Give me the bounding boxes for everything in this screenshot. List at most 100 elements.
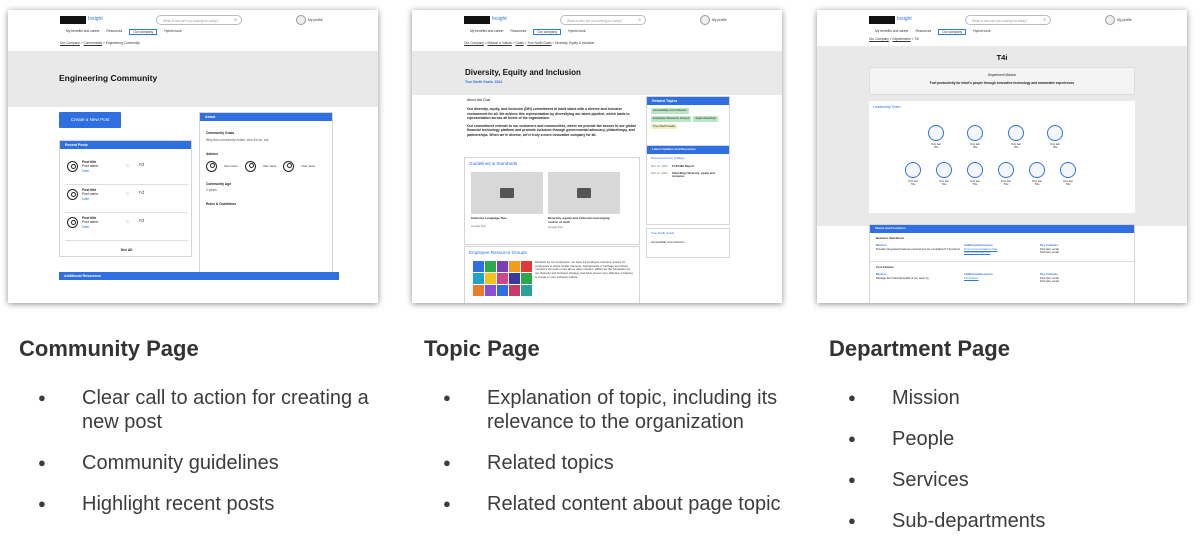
nav-our-company[interactable]: Our company (938, 29, 967, 36)
erg-logo[interactable] (509, 261, 520, 272)
doc-card[interactable]: Inclusive Language Tips Google Doc (471, 172, 543, 228)
breadcrumb-item[interactable]: Communities (83, 41, 102, 45)
erg-logo[interactable] (509, 273, 520, 284)
admin-name[interactable]: User name (263, 164, 277, 168)
topic-tag[interactable]: Apprenticeships (693, 116, 718, 122)
comment-icon[interactable]: ◌ (126, 219, 129, 225)
erg-logo[interactable] (497, 273, 508, 284)
like-icon[interactable]: 👍︎ (139, 218, 144, 224)
breadcrumb-item[interactable]: Our Company (60, 41, 80, 45)
community-page-caption-title: Community Page (19, 336, 199, 361)
create-post-button[interactable]: Create a New Post (59, 112, 121, 128)
doc-card[interactable]: Diversity, equity and inclusion messagin… (548, 172, 620, 229)
leader-avatar[interactable] (936, 162, 952, 178)
like-icon[interactable]: 👍︎ (139, 162, 144, 168)
resource-link[interactable]: Tech Knowledge Hub (964, 250, 1036, 254)
comment-icon[interactable]: ◌ (126, 191, 129, 197)
search-input[interactable]: What or who are you looking for today? ⌕ (156, 15, 242, 25)
topic-page-bullets: Explanation of topic, including its rele… (443, 386, 788, 533)
topic-tag[interactable]: Accessibility and Inclusion (651, 108, 689, 115)
erg-logo[interactable] (473, 285, 484, 296)
profile-link[interactable]: My profile (1117, 18, 1132, 22)
company-logo[interactable] (464, 16, 490, 24)
update-title[interactable]: FY23 DEI Report (672, 164, 694, 168)
leader-avatar[interactable] (1008, 125, 1024, 141)
avatar[interactable] (296, 15, 306, 25)
resource-link[interactable]: T4i Finance (964, 276, 1036, 280)
leader-avatar[interactable] (905, 162, 921, 178)
nav-resources[interactable]: Resources (511, 29, 527, 35)
topic-tag[interactable]: True North Goals (651, 123, 678, 130)
leader-avatar[interactable] (1047, 125, 1063, 141)
leader-avatar[interactable] (998, 162, 1014, 178)
see-all-link[interactable]: See All (65, 248, 188, 252)
comment-icon[interactable]: ◌ (126, 163, 129, 169)
doc-title[interactable]: Diversity, equity and inclusion messagin… (548, 216, 620, 225)
goals-value[interactable]: Accessibility and Inclusion (647, 239, 729, 247)
leader-avatar[interactable] (1060, 162, 1076, 178)
avatar[interactable] (700, 15, 710, 25)
avatar[interactable] (1105, 15, 1115, 25)
breadcrumb-item[interactable]: Goals (515, 41, 523, 45)
like-icon[interactable]: 👍︎ (139, 190, 144, 196)
nav-resources[interactable]: Resources (107, 29, 123, 35)
profile-link[interactable]: My profile (712, 18, 727, 22)
topic-tag[interactable]: Employee Resource Groups (651, 116, 692, 122)
nav-our-company[interactable]: Our company (129, 29, 158, 36)
team-name[interactable]: Core Finance (876, 265, 1128, 269)
leader-avatar[interactable] (1029, 162, 1045, 178)
guidelines-header: Guidelines & Standards (469, 161, 518, 166)
erg-logo[interactable] (473, 261, 484, 272)
list-item[interactable]: Post title Post name Date ◌ 👍︎ (65, 185, 188, 213)
erg-logo[interactable] (521, 273, 532, 284)
search-icon[interactable]: ⌕ (234, 17, 237, 23)
list-item[interactable]: Post title Post name Date ◌ 👍︎ (65, 157, 188, 185)
breadcrumb-item[interactable]: Departments (892, 37, 910, 41)
erg-logo[interactable] (485, 261, 496, 272)
admin-name[interactable]: User name (301, 164, 315, 168)
nav-our-company[interactable]: Our company (533, 29, 562, 36)
breadcrumb-item[interactable]: True North Goals (527, 41, 551, 45)
team-name[interactable]: Business Operations (876, 236, 1128, 240)
nav-hybrid-work[interactable]: Hybrid work (973, 29, 990, 35)
leader-role: Title (1013, 146, 1019, 150)
list-item[interactable]: Mar 12, 2024 Intuit Blog: Diversity, equ… (647, 169, 729, 182)
rules-label[interactable]: Rules & Guidelines (206, 202, 326, 206)
breadcrumb-item[interactable]: Our Company (464, 41, 484, 45)
nav-benefits[interactable]: My benefits and career (66, 29, 100, 35)
contact[interactable]: First last, email (1040, 279, 1084, 283)
nav-resources[interactable]: Resources (916, 29, 932, 35)
list-item[interactable]: Post title Post name Date ◌ 👍︎ (65, 213, 188, 241)
erg-logo[interactable] (485, 273, 496, 284)
erg-logo[interactable] (485, 285, 496, 296)
erg-logo[interactable] (497, 285, 508, 296)
search-input[interactable]: What or who are you looking for today? ⌕ (965, 15, 1051, 25)
erg-logo[interactable] (497, 261, 508, 272)
contact[interactable]: First last, email (1040, 250, 1084, 254)
admin-name[interactable]: User name (224, 164, 238, 168)
breadcrumb-item[interactable]: Our Company (869, 37, 889, 41)
leader-avatar[interactable] (967, 162, 983, 178)
erg-logo[interactable] (473, 273, 484, 284)
leader-avatar[interactable] (928, 125, 944, 141)
update-title[interactable]: Intuit Blog: Diversity, equity and inclu… (672, 171, 722, 179)
profile-link[interactable]: My profile (308, 18, 323, 22)
erg-logo[interactable] (521, 261, 532, 272)
leader-avatar[interactable] (967, 125, 983, 141)
company-logo[interactable] (869, 16, 895, 24)
erg-logo[interactable] (509, 285, 520, 296)
search-icon[interactable]: ⌕ (1043, 17, 1046, 23)
company-logo[interactable] (60, 16, 86, 24)
breadcrumb-item[interactable]: Mission & Values (487, 41, 511, 45)
nav-benefits[interactable]: My benefits and career (875, 29, 909, 35)
doc-title[interactable]: Inclusive Language Tips (471, 216, 543, 221)
post-date: Date (82, 224, 90, 229)
nav-benefits[interactable]: My benefits and career (470, 29, 504, 35)
erg-logo[interactable] (521, 285, 532, 296)
department-page-caption-title: Department Page (829, 336, 1010, 361)
search-icon[interactable]: ⌕ (638, 17, 641, 23)
nav-hybrid-work[interactable]: Hybrid work (164, 29, 181, 35)
additional-resources-panel: Additional Resources (59, 272, 339, 303)
nav-hybrid-work[interactable]: Hybrid work (568, 29, 585, 35)
search-input[interactable]: What or who are you looking for today? ⌕ (560, 15, 646, 25)
